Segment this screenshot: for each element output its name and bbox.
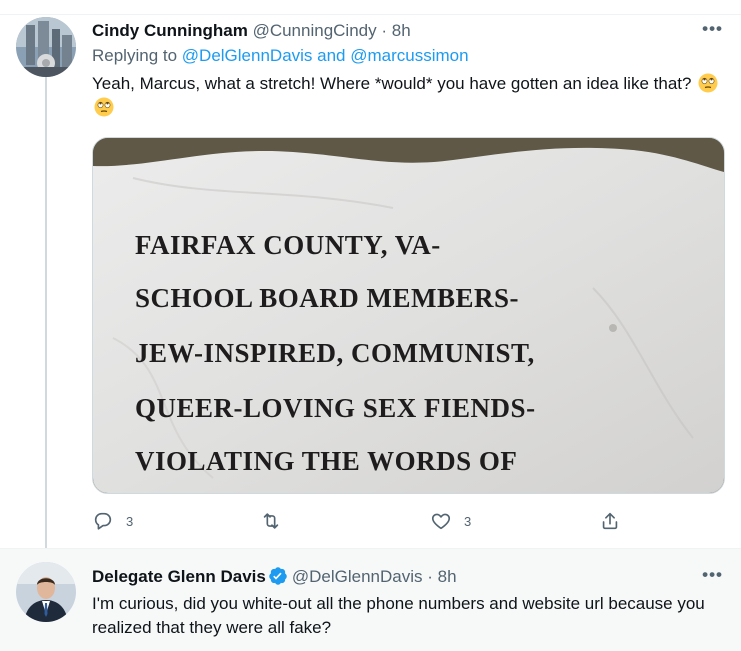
retweet-icon (263, 513, 279, 529)
flyer-line-1: FAIRFAX COUNTY, VA- (135, 230, 441, 260)
separator-dot: · (427, 567, 433, 586)
like-count: 3 (464, 513, 472, 529)
like-button[interactable]: 3 (430, 509, 471, 533)
replying-to-label: Replying to (92, 46, 182, 65)
reply-button[interactable]: 3 (92, 509, 133, 533)
flyer-line-2: SCHOOL BOARD MEMBERS- (135, 283, 520, 313)
avatar-glenn-davis[interactable] (16, 562, 76, 622)
timestamp[interactable]: 8h (438, 567, 457, 586)
avatar-cindy-image (16, 17, 76, 77)
tweet-cindy[interactable]: Cindy Cunningham @CunningCindy · 8h ••• … (0, 15, 741, 563)
flyer-line-4: QUEER-LOVING SEX FIENDS- (135, 393, 536, 423)
face-with-rolling-eyes-icon (94, 97, 114, 117)
avatar-cindy[interactable] (16, 17, 76, 77)
tweet-text: Yeah, Marcus, what a stretch! Where *wou… (92, 72, 722, 120)
tweet-actions: 3 3 (92, 509, 722, 533)
tweet-text: I'm curious, did you white-out all the p… (92, 594, 705, 637)
thread-connector-line (45, 77, 47, 563)
flyer-line-3: JEW-INSPIRED, COMMUNIST, (135, 338, 535, 368)
tweet-body: Yeah, Marcus, what a stretch! Where *wou… (92, 74, 692, 93)
flyer-line-5: VIOLATING THE WORDS OF (135, 446, 518, 476)
avatar-glenn-davis-image (16, 562, 76, 622)
retweet-button[interactable] (260, 509, 294, 533)
verified-badge-icon (269, 567, 287, 585)
like-icon (431, 513, 451, 530)
timestamp[interactable]: 8h (392, 21, 411, 40)
author-handle[interactable]: @DelGlennDavis (292, 567, 423, 586)
author-name[interactable]: Delegate Glenn Davis (92, 567, 266, 586)
tweet-header: Delegate Glenn Davis @DelGlennDavis · 8h (92, 566, 457, 588)
face-with-rolling-eyes-icon (698, 73, 718, 93)
share-button[interactable] (599, 509, 621, 533)
reply-count: 3 (126, 513, 134, 529)
replying-to-mentions[interactable]: @DelGlennDavis and @marcussimon (182, 46, 469, 65)
tweet-glenn-davis[interactable]: Delegate Glenn Davis @DelGlennDavis · 8h… (0, 549, 741, 651)
author-handle[interactable]: @CunningCindy (253, 21, 377, 40)
tweet-photo[interactable]: FAIRFAX COUNTY, VA- SCHOOL BOARD MEMBERS… (92, 137, 725, 494)
replying-to: Replying to @DelGlennDavis and @marcussi… (92, 46, 469, 66)
more-icon[interactable]: ••• (702, 19, 723, 39)
author-name[interactable]: Cindy Cunningham (92, 21, 248, 40)
tweet-header: Cindy Cunningham @CunningCindy · 8h (92, 20, 411, 42)
more-icon[interactable]: ••• (702, 565, 723, 585)
separator-dot: · (381, 21, 388, 40)
share-icon (602, 512, 618, 530)
flyer-text: FAIRFAX COUNTY, VA- SCHOOL BOARD MEMBERS… (93, 138, 724, 493)
reply-icon (94, 512, 112, 530)
